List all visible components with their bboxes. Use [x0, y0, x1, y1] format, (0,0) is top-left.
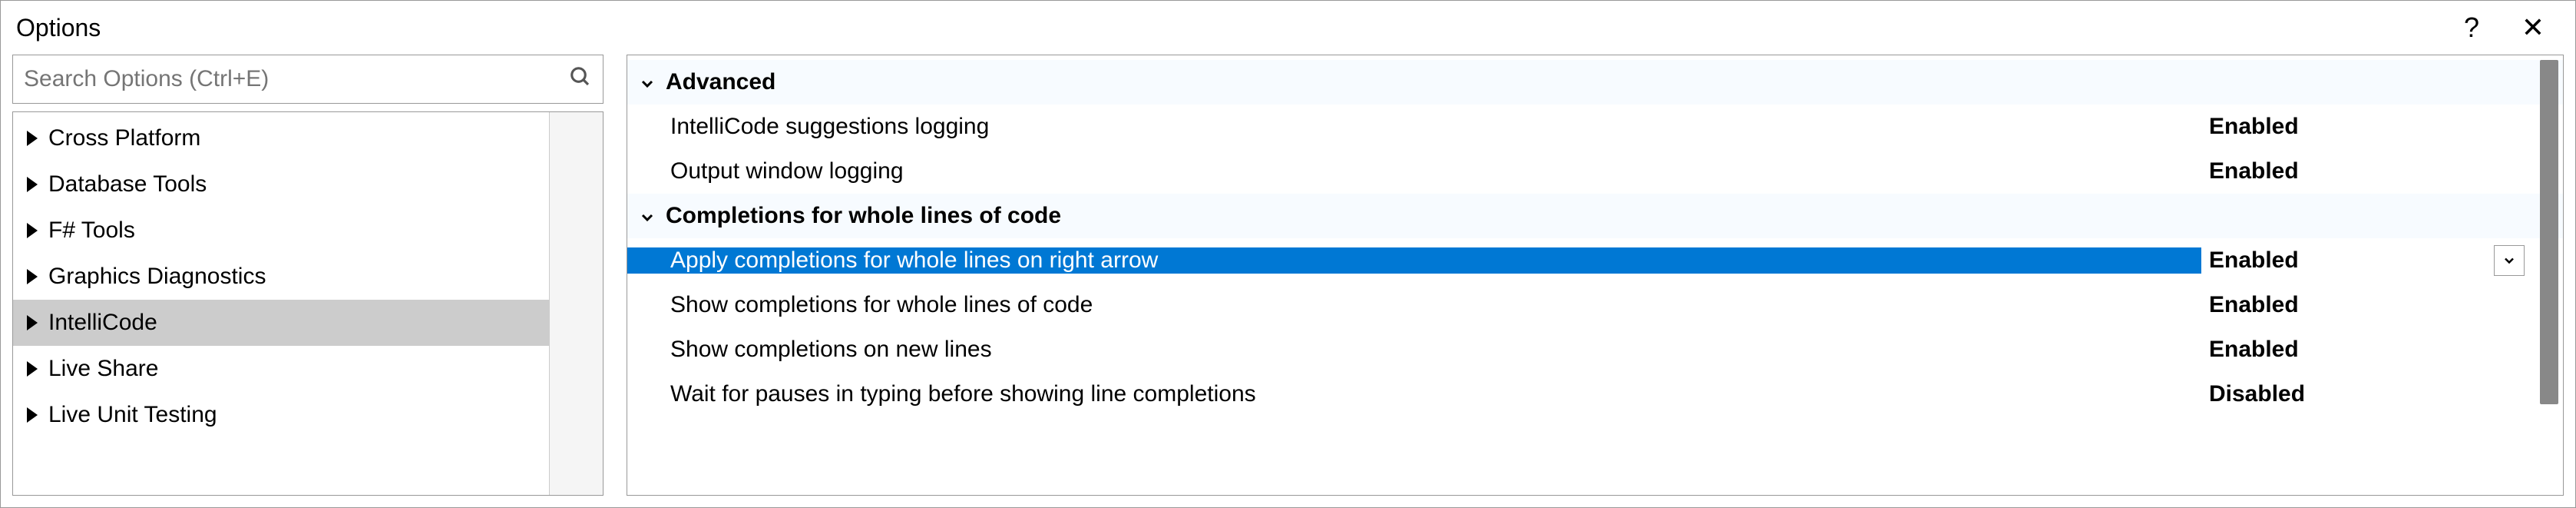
property-value-text: Enabled — [2209, 337, 2563, 363]
tree-scrollbar[interactable] — [549, 112, 603, 495]
tree-item-label: Database Tools — [48, 171, 207, 198]
category-header[interactable]: Completions for whole lines of code — [627, 194, 2563, 238]
chevron-down-icon — [638, 73, 656, 91]
property-row[interactable]: Show completions for whole lines of code… — [627, 283, 2563, 327]
expand-icon[interactable] — [27, 223, 38, 238]
property-value[interactable]: Enabled — [2201, 158, 2563, 184]
property-value-text: Disabled — [2209, 381, 2563, 407]
chevron-down-icon — [638, 207, 656, 225]
property-value[interactable]: Enabled — [2201, 114, 2563, 140]
tree-item-label: F# Tools — [48, 217, 135, 244]
tree-item[interactable]: Live Unit Testing — [13, 392, 549, 438]
property-value[interactable]: Enabled — [2201, 245, 2563, 276]
category-name: Completions for whole lines of code — [666, 203, 1061, 229]
tree-item[interactable]: Graphics Diagnostics — [13, 254, 549, 300]
expand-icon[interactable] — [27, 131, 38, 146]
expand-icon[interactable] — [27, 315, 38, 330]
main-area: Cross Platform Database Tools F# Tools Grap… — [1, 55, 2575, 507]
expand-icon[interactable] — [27, 361, 38, 377]
help-button[interactable]: ? — [2445, 8, 2498, 47]
category-name: Advanced — [666, 69, 775, 95]
left-pane: Cross Platform Database Tools F# Tools Grap… — [12, 55, 603, 496]
tree-item[interactable]: Live Share — [13, 346, 549, 392]
property-row[interactable]: IntelliCode suggestions logging Enabled — [627, 105, 2563, 149]
category-header[interactable]: Advanced — [627, 60, 2563, 105]
window-title: Options — [16, 14, 101, 42]
close-button[interactable]: ✕ — [2506, 8, 2560, 47]
property-value-text: Enabled — [2209, 247, 2494, 274]
property-label: Show completions for whole lines of code — [627, 292, 2201, 318]
search-input[interactable] — [24, 66, 569, 92]
tree-item-label: IntelliCode — [48, 310, 157, 336]
property-label: Wait for pauses in typing before showing… — [627, 381, 2201, 407]
property-label: Show completions on new lines — [627, 337, 2201, 363]
dropdown-button[interactable] — [2494, 245, 2525, 276]
tree-item[interactable]: Database Tools — [13, 161, 549, 208]
expand-icon[interactable] — [27, 407, 38, 423]
search-box[interactable] — [12, 55, 603, 104]
property-row[interactable]: Output window logging Enabled — [627, 149, 2563, 194]
property-label: Apply completions for whole lines on rig… — [627, 247, 2201, 274]
tree-item-label: Cross Platform — [48, 125, 200, 151]
property-value[interactable]: Enabled — [2201, 292, 2563, 318]
property-label: Output window logging — [627, 158, 2201, 184]
property-row[interactable]: Wait for pauses in typing before showing… — [627, 372, 2563, 417]
property-label: IntelliCode suggestions logging — [627, 114, 2201, 140]
property-value-text: Enabled — [2209, 114, 2563, 140]
tree-item-label: Live Unit Testing — [48, 402, 217, 428]
property-value[interactable]: Enabled — [2201, 337, 2563, 363]
property-value[interactable]: Disabled — [2201, 381, 2563, 407]
property-row[interactable]: Show completions on new lines Enabled — [627, 327, 2563, 372]
grid-scrollbar[interactable] — [2540, 60, 2558, 490]
expand-icon[interactable] — [27, 269, 38, 284]
property-grid: Advanced IntelliCode suggestions logging E… — [627, 55, 2564, 496]
scrollbar-thumb[interactable] — [2540, 60, 2558, 404]
expand-icon[interactable] — [27, 177, 38, 192]
property-value-text: Enabled — [2209, 292, 2563, 318]
search-icon — [569, 65, 592, 94]
category-tree: Cross Platform Database Tools F# Tools Grap… — [12, 111, 603, 496]
tree-item-label: Live Share — [48, 356, 158, 382]
property-value-text: Enabled — [2209, 158, 2563, 184]
property-row[interactable]: Apply completions for whole lines on rig… — [627, 238, 2563, 283]
tree-item[interactable]: IntelliCode — [13, 300, 549, 346]
titlebar: Options ? ✕ — [1, 1, 2575, 55]
tree-item-label: Graphics Diagnostics — [48, 264, 266, 290]
tree-item[interactable]: Cross Platform — [13, 115, 549, 161]
tree-item[interactable]: F# Tools — [13, 208, 549, 254]
